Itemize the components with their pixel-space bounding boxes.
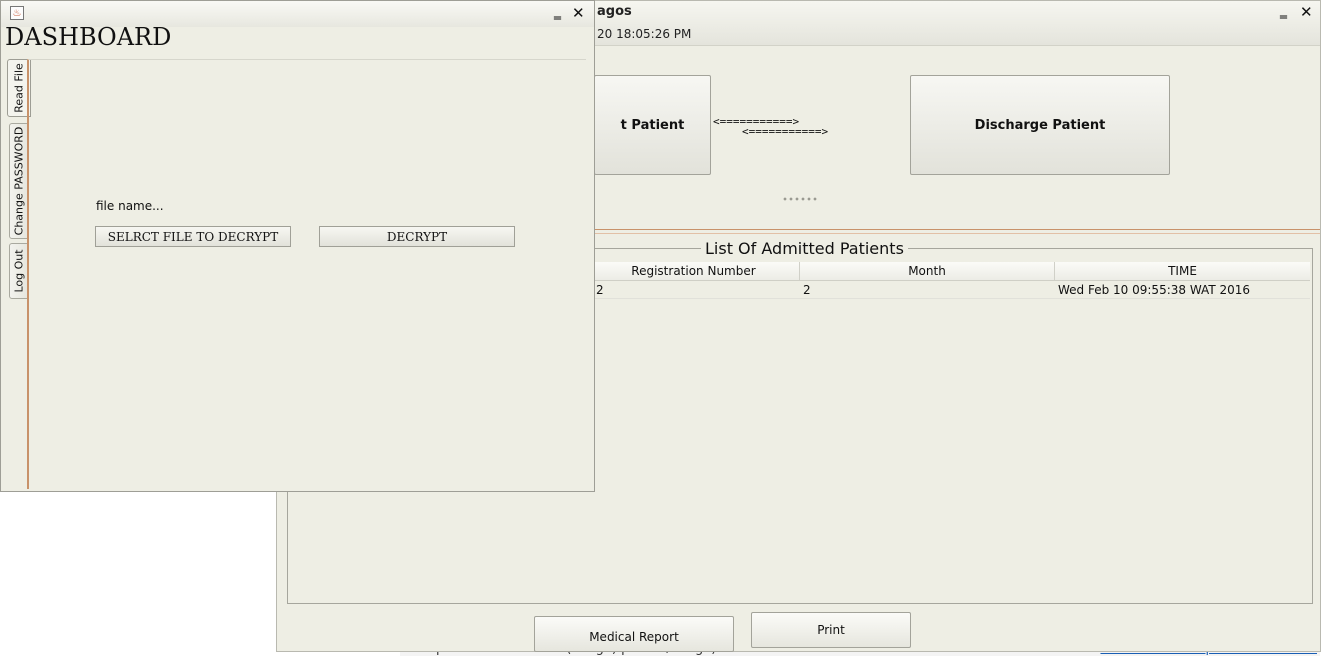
- admin-minimize-button[interactable]: ‗: [1280, 3, 1287, 19]
- admin-close-button[interactable]: ✕: [1300, 3, 1313, 21]
- tab-change-password[interactable]: Change PASSWORD: [9, 123, 29, 239]
- tab-read-file-label: Read File: [12, 63, 26, 113]
- dashboard-close-button[interactable]: ✕: [572, 4, 585, 22]
- admit-patient-button[interactable]: t Patient: [594, 75, 711, 175]
- admin-datetime: 20 18:05:26 PM: [597, 27, 692, 41]
- cell-time: Wed Feb 10 09:55:38 WAT 2016: [1058, 282, 1250, 297]
- read-file-panel: [27, 59, 586, 489]
- dashboard-window: ♨ ‗ ✕ DASHBOARD Read File Change PASSWOR…: [0, 0, 595, 492]
- admit-patient-label: t Patient: [620, 117, 685, 133]
- arrow-left-text: <===========>: [742, 125, 829, 138]
- decrypt-button[interactable]: DECRYPT: [319, 226, 515, 247]
- vertical-tab-strip: Read File Change PASSWORD Log Out: [7, 59, 31, 489]
- file-name-label: file name...: [96, 199, 164, 213]
- discharge-patient-button[interactable]: Discharge Patient: [910, 75, 1170, 175]
- print-button[interactable]: Print: [751, 612, 911, 648]
- admitted-patients-title: List Of Admitted Patients: [701, 239, 908, 258]
- column-header-time[interactable]: TIME: [1055, 262, 1310, 280]
- split-pane-handle[interactable]: [782, 196, 818, 202]
- tab-log-out-label: Log Out: [12, 249, 26, 293]
- medical-report-button[interactable]: Medical Report: [534, 616, 734, 652]
- column-header-month[interactable]: Month: [800, 262, 1055, 280]
- print-label: Print: [817, 623, 845, 637]
- dashboard-heading: DASHBOARD: [5, 23, 172, 51]
- select-file-button[interactable]: SELRCT FILE TO DECRYPT: [95, 226, 291, 247]
- tab-change-password-label: Change PASSWORD: [12, 126, 26, 236]
- java-app-icon: ♨: [10, 6, 24, 20]
- admin-window-title: agos: [597, 4, 632, 19]
- cell-month: 2: [803, 282, 811, 297]
- discharge-patient-label: Discharge Patient: [974, 117, 1106, 133]
- tab-log-out[interactable]: Log Out: [9, 243, 29, 299]
- medical-report-label: Medical Report: [589, 630, 679, 644]
- dashboard-minimize-button[interactable]: ‗: [554, 4, 561, 20]
